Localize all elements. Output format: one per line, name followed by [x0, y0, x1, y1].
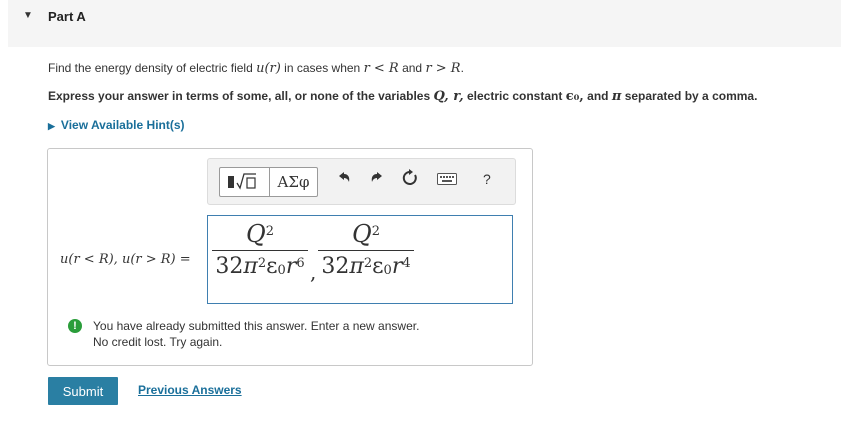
- feedback-submessage: No credit lost. Try again.: [93, 335, 223, 349]
- fraction-1-numerator: Q2: [212, 220, 308, 248]
- math-toolbar: ΑΣφ ?: [207, 158, 516, 205]
- frac2-num-exp: 2: [371, 224, 380, 239]
- question-and: and: [398, 61, 426, 75]
- help-icon[interactable]: ?: [483, 171, 491, 187]
- view-hints-link[interactable]: ▶ View Available Hint(s): [48, 118, 185, 132]
- frac1-eps: ε: [266, 254, 278, 279]
- fraction-2: Q2 32π2ε0r4: [318, 220, 414, 281]
- fraction-1: Q2 32π2ε0r6: [212, 220, 308, 281]
- submit-button[interactable]: Submit: [48, 377, 118, 405]
- keyboard-icon[interactable]: [437, 173, 457, 185]
- frac2-coef: 32: [321, 254, 350, 279]
- previous-answers-link[interactable]: Previous Answers: [138, 383, 242, 397]
- fraction-1-denominator: 32π2ε0r6: [215, 254, 305, 279]
- templates-icon: [228, 173, 256, 190]
- question-cond2: r > R: [425, 61, 461, 76]
- part-header[interactable]: ▼ Part A: [8, 0, 841, 47]
- undo-icon[interactable]: [336, 169, 352, 185]
- frac2-pi-exp: 2: [363, 256, 373, 271]
- answer-label: u(r < R), u(r > R) =: [60, 251, 191, 267]
- express-pi: π: [611, 89, 622, 104]
- fraction-2-bar: [318, 250, 414, 251]
- hint-label: View Available Hint(s): [60, 118, 185, 132]
- express-prefix: Express your answer in terms of some, al…: [48, 89, 434, 103]
- frac2-eps: ε: [372, 254, 384, 279]
- template-button-group: ΑΣφ: [219, 167, 318, 197]
- frac2-r-exp: 4: [402, 256, 411, 271]
- fraction-2-denominator: 32π2ε0r4: [321, 254, 411, 279]
- alert-icon: !: [68, 319, 82, 333]
- question-text: Find the energy density of electric fiel…: [48, 61, 464, 76]
- question-ur: u(r): [256, 61, 281, 76]
- question-mid: in cases when: [280, 61, 364, 75]
- redo-icon[interactable]: [369, 169, 385, 185]
- templates-button[interactable]: [220, 168, 270, 196]
- greek-button[interactable]: ΑΣφ: [270, 168, 317, 196]
- express-and: and: [583, 89, 612, 103]
- part-title: Part A: [48, 9, 86, 24]
- answer-separator: ,: [310, 260, 317, 284]
- frac1-num: Q: [246, 220, 266, 248]
- frac1-coef: 32: [215, 254, 244, 279]
- question-prefix: Find the energy density of electric fiel…: [48, 61, 257, 75]
- fraction-1-bar: [212, 250, 308, 251]
- fraction-2-numerator: Q2: [318, 220, 414, 248]
- question-cond1: r < R: [363, 61, 399, 76]
- frac1-pi-exp: 2: [257, 256, 267, 271]
- caret-right-icon: ▶: [48, 121, 55, 131]
- frac1-r-exp: 6: [296, 256, 305, 271]
- express-vars: Q, r,: [433, 89, 464, 104]
- collapse-caret-icon[interactable]: ▼: [23, 10, 33, 21]
- question-end: .: [460, 61, 464, 75]
- answer-label-text: u(r < R), u(r > R) =: [60, 252, 191, 267]
- express-eps: ϵ₀,: [565, 89, 584, 104]
- frac2-num: Q: [352, 220, 372, 248]
- feedback-message: You have already submitted this answer. …: [93, 319, 420, 333]
- reset-icon[interactable]: [401, 169, 419, 187]
- frac2-eps-sub: 0: [383, 263, 392, 278]
- express-mid: electric constant: [463, 89, 566, 103]
- frac1-num-exp: 2: [265, 224, 274, 239]
- express-suffix: separated by a comma.: [621, 89, 758, 103]
- frac1-eps-sub: 0: [277, 263, 286, 278]
- express-instruction: Express your answer in terms of some, al…: [48, 89, 757, 104]
